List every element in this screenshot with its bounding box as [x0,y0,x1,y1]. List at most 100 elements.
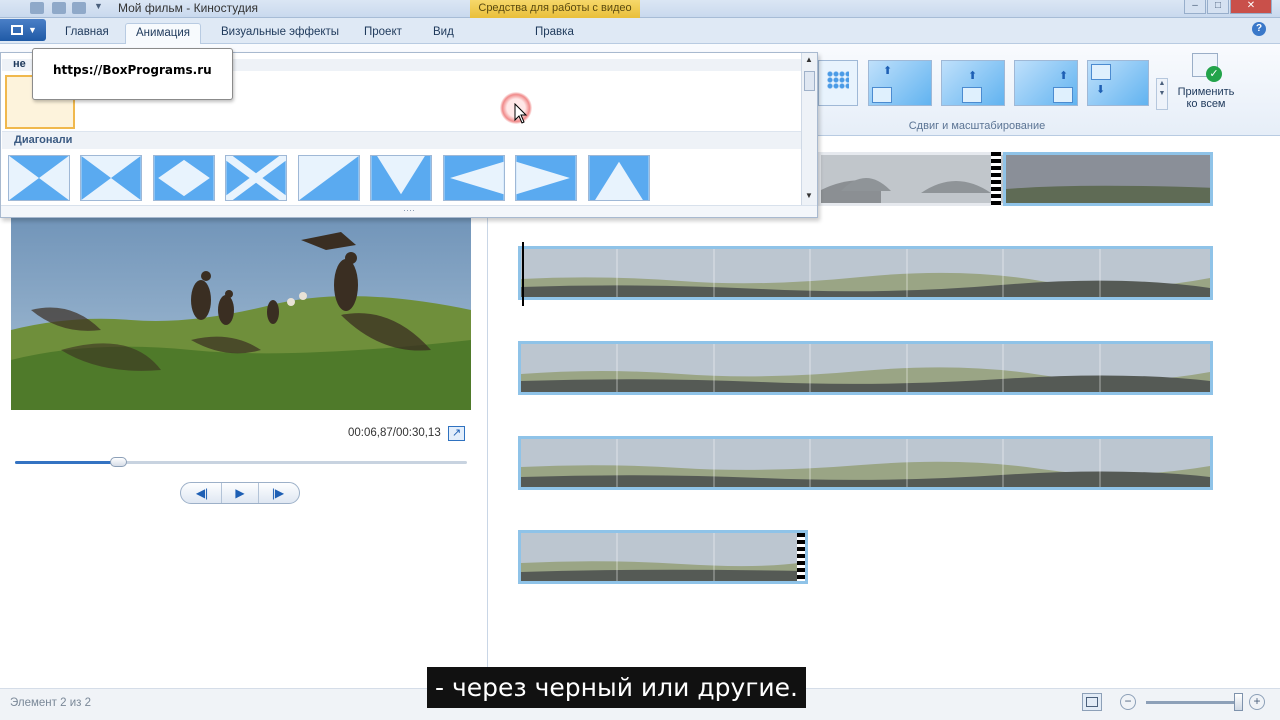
transition-tile-1[interactable] [8,155,70,201]
transition-thumbnail [81,156,141,200]
mouse-pointer-icon [514,103,528,124]
video-preview[interactable] [11,210,471,410]
help-icon[interactable]: ? [1252,22,1266,36]
transition-tile-2[interactable] [80,155,142,201]
transport-controls: ◀| ▶ |▶ [180,482,300,504]
save-icon[interactable] [30,2,44,14]
quick-access-dropdown-icon[interactable]: ▼ [94,1,103,11]
tab-view[interactable]: Вид [423,23,464,44]
previous-frame-button[interactable]: ◀| [183,483,221,503]
tab-project[interactable]: Проект [354,23,412,44]
zoom-out-button[interactable]: − [1120,694,1136,710]
close-button[interactable]: ✕ [1230,0,1272,14]
transition-tile-9[interactable] [588,155,650,201]
scroll-up-icon[interactable]: ▲ [805,55,813,64]
title-bar: ▼ Мой фильм - Киностудия Средства для ра… [0,0,1280,18]
frame-icon [1053,87,1073,103]
transition-thumbnail [589,156,649,200]
transition-tile-8[interactable] [515,155,577,201]
video-frame-image [11,210,471,410]
frame-icon [962,87,982,103]
pan-zoom-group-label: Сдвиг и масштабирование [908,120,1046,132]
arrow-up-icon: ⬆ [883,65,893,77]
check-icon: ✓ [1206,66,1222,82]
chevron-down-icon: ▼ [28,25,37,35]
contextual-tab-group: Средства для работы с видео [470,0,640,18]
transition-thumbnail [226,156,286,200]
pan-zoom-tile-3[interactable]: ⬆ [1014,60,1078,106]
zoom-slider-track[interactable] [1146,701,1242,704]
redo-icon[interactable] [72,2,86,14]
ribbon-tab-bar: Главная Анимация Визуальные эффекты Прое… [0,18,1280,44]
clip-thumbnails [521,344,1210,392]
window-title: Мой фильм - Киностудия [118,1,259,15]
transition-tile-7[interactable] [443,155,505,201]
maximize-button[interactable]: □ [1207,0,1229,14]
playhead[interactable] [522,242,524,306]
storyboard-clip-4[interactable] [518,436,1213,490]
frame-icon [1091,64,1111,80]
transition-tile-6[interactable] [370,155,432,201]
arrow-up-icon: ⬆ [1059,70,1069,82]
selected-clip-border [1003,152,1213,206]
seek-bar-thumb[interactable] [110,457,127,467]
storyboard-clip-2[interactable] [518,246,1213,300]
thumbnails-icon [1086,697,1098,707]
transition-thumbnail [299,156,359,200]
apply-to-all-label: Применить ко всем [1177,86,1235,110]
seek-bar-progress [15,461,119,464]
dots-icon [827,71,849,89]
gallery-section-header-none: не [13,58,26,70]
tooltip-text: https://BoxPrograms.ru [53,63,212,77]
gallery-section-header-diagonals: Диагонали [14,134,73,146]
gallery-section-diagonals: Диагонали [2,131,802,149]
tab-edit[interactable]: Правка [525,23,584,44]
gallery-more-button[interactable]: ▲ ▼ [1156,78,1168,110]
storyboard-clip-5[interactable] [518,530,808,584]
tab-home[interactable]: Главная [55,23,119,44]
transition-thumbnail [444,156,504,200]
file-menu-button[interactable]: ▼ [0,19,46,41]
clip-thumbnails [521,249,1210,297]
transition-tile-5[interactable] [298,155,360,201]
pan-zoom-tile-4[interactable]: ⬇ [1087,60,1149,106]
scroll-down-icon[interactable]: ▼ [805,191,813,200]
transition-thumbnail [371,156,431,200]
playback-timecode: 00:06,87/00:30,13 [348,427,441,439]
clip-end-marker [797,533,805,581]
minimize-button[interactable]: – [1184,0,1206,14]
thumbnail-size-button[interactable] [1082,693,1102,711]
contextual-tab-group-label: Средства для работы с видео [478,2,632,14]
gallery-resize-grip[interactable]: ···· [1,205,817,217]
zoom-slider-thumb[interactable] [1234,693,1243,711]
pan-zoom-tile-2[interactable]: ⬆ [941,60,1005,106]
apply-to-all-button[interactable]: ✓ Применить ко всем [1170,50,1242,116]
pan-zoom-auto-tile[interactable] [818,60,858,106]
status-item-count: Элемент 2 из 2 [10,697,91,709]
file-menu-icon [11,25,23,35]
transition-tile-3[interactable] [153,155,215,201]
tab-visual-effects[interactable]: Визуальные эффекты [211,23,349,44]
url-tooltip: https://BoxPrograms.ru [32,48,233,100]
zoom-in-button[interactable]: + [1249,694,1265,710]
fullscreen-preview-button[interactable]: ↗ [448,426,465,441]
storyboard-clip-3[interactable] [518,341,1213,395]
play-button[interactable]: ▶ [221,483,259,503]
undo-icon[interactable] [52,2,66,14]
gallery-scrollbar[interactable]: ▲ ▼ [801,53,817,205]
video-subtitle: - через черный или другие. [427,667,806,708]
transition-thumbnail [9,156,69,200]
tab-animation[interactable]: Анимация [125,23,201,44]
arrow-down-icon: ⬇ [1096,84,1106,96]
scroll-thumb[interactable] [804,71,815,91]
clip-thumbnails [521,533,805,581]
transition-tile-4[interactable] [225,155,287,201]
next-frame-button[interactable]: |▶ [259,483,297,503]
transition-thumbnail [154,156,214,200]
pan-zoom-tile-1[interactable]: ⬆ [868,60,932,106]
arrow-up-icon: ⬆ [968,70,978,82]
clip-thumbnails [521,439,1210,487]
transition-marker [991,152,1001,206]
transition-thumbnail [516,156,576,200]
frame-icon [872,87,892,103]
